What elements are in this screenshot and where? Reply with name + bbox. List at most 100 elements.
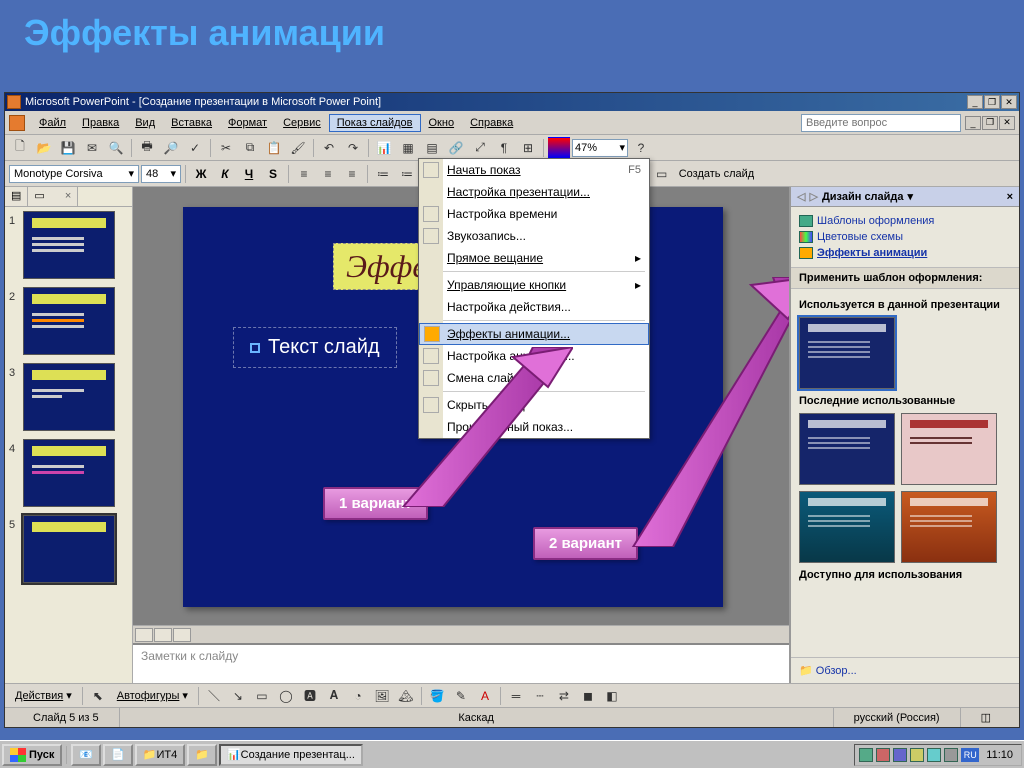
template-thumb[interactable] xyxy=(799,317,895,389)
slide-body-placeholder[interactable]: Текст слайд xyxy=(233,327,397,368)
spell-icon[interactable]: ✓ xyxy=(184,137,206,159)
align-right-icon[interactable]: ≡ xyxy=(341,163,363,185)
new-icon[interactable]: 🗋 xyxy=(9,137,31,159)
template-thumb[interactable] xyxy=(901,413,997,485)
arrow-icon[interactable]: ↘ xyxy=(227,685,249,707)
status-extra-icon[interactable]: ◫ xyxy=(960,708,1011,727)
menu-format[interactable]: Формат xyxy=(220,114,275,132)
quicklaunch-item[interactable]: 📧 xyxy=(71,744,101,766)
shadow-button[interactable]: S xyxy=(262,163,284,185)
bold-button[interactable]: Ж xyxy=(190,163,212,185)
autoshapes-menu[interactable]: Автофигуры ▾ xyxy=(111,689,194,702)
doc-close-button[interactable]: ✕ xyxy=(999,116,1015,130)
close-panel-icon[interactable]: × xyxy=(65,190,71,202)
fill-color-icon[interactable]: 🪣 xyxy=(426,685,448,707)
grid-icon[interactable]: ⊞ xyxy=(517,137,539,159)
print-icon[interactable]: 🖶 xyxy=(136,137,158,159)
taskpane-close-icon[interactable]: × xyxy=(1007,191,1013,203)
taskbar-item[interactable]: 📁ИТ4 xyxy=(135,744,185,766)
menu-help[interactable]: Справка xyxy=(462,114,521,132)
line-style-icon[interactable]: ═ xyxy=(505,685,527,707)
menu-slideshow[interactable]: Показ слайдов xyxy=(329,114,421,132)
diagram-icon[interactable]: ◔ xyxy=(347,685,369,707)
open-icon[interactable]: 📂 xyxy=(33,137,55,159)
doc-restore-button[interactable]: ❐ xyxy=(982,116,998,130)
taskpane-back-icon[interactable]: ◁ xyxy=(797,190,805,203)
link-templates[interactable]: Шаблоны оформления xyxy=(799,213,1011,229)
tray-icon[interactable] xyxy=(944,748,958,762)
slides-tab[interactable]: ▭× xyxy=(28,187,78,206)
slide-thumb[interactable] xyxy=(23,363,115,431)
oval-icon[interactable]: ◯ xyxy=(275,685,297,707)
line-icon[interactable]: ＼ xyxy=(203,685,225,707)
template-thumb[interactable] xyxy=(799,491,895,563)
quicklaunch-item[interactable]: 📄 xyxy=(103,744,133,766)
tables-borders-icon[interactable]: ▤ xyxy=(421,137,443,159)
show-formatting-icon[interactable]: ¶ xyxy=(493,137,515,159)
zoom-combo[interactable]: 47%▾ xyxy=(572,139,628,157)
align-left-icon[interactable]: ≡ xyxy=(293,163,315,185)
arrow-style-icon[interactable]: ⇄ xyxy=(553,685,575,707)
3d-style-icon[interactable]: ◧ xyxy=(601,685,623,707)
taskbar-item[interactable]: 📁 xyxy=(187,744,217,766)
tray-icon[interactable] xyxy=(910,748,924,762)
slide-thumb[interactable] xyxy=(23,287,115,355)
hyperlink-icon[interactable]: 🔗 xyxy=(445,137,467,159)
search-icon[interactable]: 🔍 xyxy=(105,137,127,159)
doc-minimize-button[interactable]: _ xyxy=(965,116,981,130)
menu-record-narration[interactable]: Звукозапись... xyxy=(419,225,649,247)
italic-button[interactable]: К xyxy=(214,163,236,185)
actions-menu[interactable]: Действия ▾ xyxy=(9,689,78,702)
mail-icon[interactable]: ✉ xyxy=(81,137,103,159)
menu-tools[interactable]: Сервис xyxy=(275,114,329,132)
start-button[interactable]: Пуск xyxy=(2,744,62,766)
link-animation-effects[interactable]: Эффекты анимации xyxy=(799,245,1011,261)
new-slide-label[interactable]: Создать слайд xyxy=(675,168,758,180)
paste-icon[interactable]: 📋 xyxy=(263,137,285,159)
font-combo[interactable]: Monotype Corsiva▾ xyxy=(9,165,139,183)
browse-link[interactable]: 📁 Обзор... xyxy=(791,657,1019,683)
slideshow-view-icon[interactable] xyxy=(173,628,191,642)
notes-pane[interactable]: Заметки к слайду xyxy=(133,643,789,683)
slide-thumb[interactable] xyxy=(23,515,115,583)
chart-icon[interactable]: 📊 xyxy=(373,137,395,159)
template-thumb[interactable] xyxy=(901,491,997,563)
underline-button[interactable]: Ч xyxy=(238,163,260,185)
tray-icon[interactable] xyxy=(893,748,907,762)
color-icon[interactable] xyxy=(548,137,570,159)
slide-thumb[interactable] xyxy=(23,439,115,507)
preview-icon[interactable]: 🔎 xyxy=(160,137,182,159)
menu-window[interactable]: Окно xyxy=(421,114,463,132)
fontsize-combo[interactable]: 48▾ xyxy=(141,165,181,183)
menu-start-show[interactable]: Начать показF5 xyxy=(419,159,649,181)
textbox-icon[interactable]: 🅰 xyxy=(299,685,321,707)
close-button[interactable]: ✕ xyxy=(1001,95,1017,109)
shadow-style-icon[interactable]: ◼ xyxy=(577,685,599,707)
numbering-icon[interactable]: ≔ xyxy=(372,163,394,185)
wordart-icon[interactable]: 𝐀 xyxy=(323,685,345,707)
line-color-icon[interactable]: ✎ xyxy=(450,685,472,707)
copy-icon[interactable]: ⧉ xyxy=(239,137,261,159)
picture-icon[interactable]: 🏔 xyxy=(395,685,417,707)
font-color2-icon[interactable]: A xyxy=(474,685,496,707)
align-center-icon[interactable]: ≡ xyxy=(317,163,339,185)
restore-button[interactable]: ❐ xyxy=(984,95,1000,109)
clipart-icon[interactable]: 🖼 xyxy=(371,685,393,707)
menu-edit[interactable]: Правка xyxy=(74,114,127,132)
minimize-button[interactable]: _ xyxy=(967,95,983,109)
slide-thumb[interactable] xyxy=(23,211,115,279)
menu-file[interactable]: Файл xyxy=(31,114,74,132)
help-search-input[interactable] xyxy=(801,114,961,132)
bullets-icon[interactable]: ≔ xyxy=(396,163,418,185)
cut-icon[interactable]: ✂ xyxy=(215,137,237,159)
sorter-view-icon[interactable] xyxy=(154,628,172,642)
taskbar-item-active[interactable]: 📊Создание презентац... xyxy=(219,744,363,766)
tray-icon[interactable] xyxy=(876,748,890,762)
tray-icon[interactable] xyxy=(859,748,873,762)
link-color-schemes[interactable]: Цветовые схемы xyxy=(799,229,1011,245)
save-icon[interactable]: 💾 xyxy=(57,137,79,159)
menu-broadcast[interactable]: Прямое вещание▸ xyxy=(419,247,649,269)
dash-style-icon[interactable]: ┄ xyxy=(529,685,551,707)
help-icon[interactable]: ? xyxy=(630,137,652,159)
menu-setup-show[interactable]: Настройка презентации... xyxy=(419,181,649,203)
